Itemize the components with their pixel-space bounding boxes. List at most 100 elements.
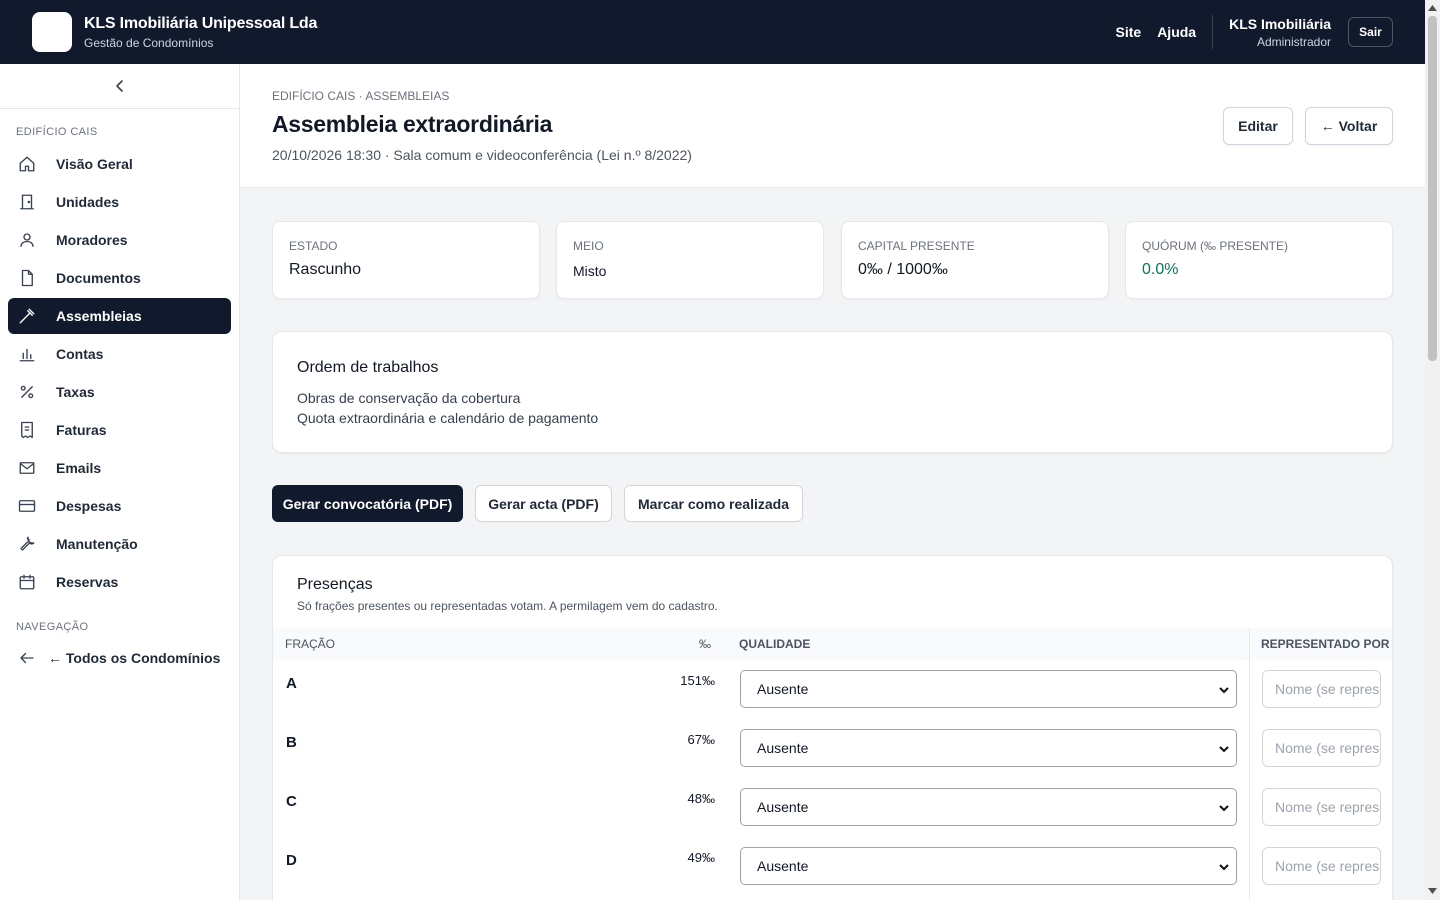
page-meta: 20/10/2026 18:30 · Sala comum e videocon… [272,147,692,163]
sidebar-item-label: Contas [56,346,104,362]
representado-input[interactable]: Nome (se representado) [1262,788,1381,826]
help-link[interactable]: Ajuda [1157,24,1196,40]
home-icon [19,156,35,172]
select-value: Ausente [757,799,809,815]
sidebar-item-manutencao[interactable]: Manutenção [8,526,231,562]
permilagem-cell: 48‰ [687,791,715,806]
agenda-card: Ordem de trabalhos Obras de conservação … [272,331,1393,453]
fracao-cell: C [286,793,297,810]
receipt-icon [21,421,33,439]
user-info: KLS Imobiliária Administrador [1229,16,1331,49]
mark-realized-button[interactable]: Marcar como realizada [624,485,803,522]
stat-label: QUÓRUM (‰ PRESENTE) [1142,239,1289,253]
select-value: Ausente [757,740,809,756]
percent-icon [20,385,34,399]
qualidade-select[interactable]: Ausente [740,788,1237,826]
sidebar-item-moradores[interactable]: Moradores [8,222,231,258]
sidebar-item-label: Emails [56,460,102,476]
sidebar-item-faturas[interactable]: Faturas [8,412,231,448]
table-row: B 67‰ Ausente Nome (se representado) [273,719,1392,778]
sidebar-section-label: NAVEGAÇÃO [16,621,89,633]
stat-card-quorum: QUÓRUM (‰ PRESENTE) 0.0% [1125,221,1393,299]
sidebar: EDIFÍCIO CAIS Visão Geral Unidades Morad… [0,64,240,900]
sidebar-item-assembleias[interactable]: Assembleias [8,298,231,334]
stat-value: 0‰ / 1000‰ [858,261,948,278]
stat-value: Misto [573,263,607,279]
main-content: EDIFÍCIO CAIS · ASSEMBLEIAS Assembleia e… [240,64,1425,900]
divider [1212,15,1214,49]
collapse-sidebar-button[interactable] [0,64,239,109]
door-icon [20,194,34,210]
agenda-title: Ordem de trabalhos [297,359,439,376]
calendar-icon [19,574,35,590]
sidebar-item-label: Faturas [56,422,107,438]
sidebar-section-label: EDIFÍCIO CAIS [16,126,98,138]
mail-icon [19,462,35,474]
sidebar-item-label: Taxas [56,384,95,400]
representado-input[interactable]: Nome (se representado) [1262,670,1381,708]
qualidade-select[interactable]: Ausente [740,670,1237,708]
scroll-down-icon[interactable] [1428,888,1437,895]
document-icon [21,269,33,287]
sidebar-item-label: Moradores [56,232,128,248]
sidebar-item-label: Manutenção [56,536,138,552]
agenda-item: Quota extraordinária e calendário de pag… [297,410,599,426]
sidebar-item-label: Unidades [56,194,120,210]
gavel-icon [19,308,35,324]
fracao-cell: B [286,734,297,751]
table-row: D 49‰ Ausente Nome (se representado) [273,837,1392,896]
column-header-qualidade: QUALIDADE [739,637,811,651]
chevron-down-icon [1219,864,1229,871]
sidebar-item-emails[interactable]: Emails [8,450,231,486]
column-header-fracao: FRAÇÃO [285,637,336,651]
sidebar-item-despesas[interactable]: Despesas [8,488,231,524]
top-bar: KLS Imobiliária Unipessoal Lda Gestão de… [0,0,1425,64]
stat-card-estado: ESTADO Rascunho [272,221,540,299]
wrench-icon [20,536,35,551]
stat-label: MEIO [573,239,604,253]
sidebar-item-documentos[interactable]: Documentos [8,260,231,296]
chevron-down-icon [1219,746,1229,753]
logout-button[interactable]: Sair [1348,17,1393,47]
scroll-thumb[interactable] [1428,16,1437,361]
page-scrollbar[interactable] [1425,0,1440,900]
user-icon [20,233,34,247]
sidebar-item-reservas[interactable]: Reservas [8,564,231,600]
generate-convocatoria-button[interactable]: Gerar convocatória (PDF) [272,485,463,522]
table-header: FRAÇÃO ‰ QUALIDADE REPRESENTADO POR [273,628,1392,660]
edit-button[interactable]: Editar [1223,107,1293,145]
presencas-card: Presenças Só frações presentes ou repres… [272,555,1393,900]
column-header-representado: REPRESENTADO POR [1261,637,1390,651]
logo[interactable] [32,12,72,52]
user-name: KLS Imobiliária [1229,15,1331,32]
scroll-up-icon[interactable] [1428,4,1437,11]
brand-name: KLS Imobiliária Unipessoal Lda [84,14,318,32]
stat-label: ESTADO [289,239,338,253]
representado-input[interactable]: Nome (se representado) [1262,847,1381,885]
sidebar-item-todos-condominios[interactable]: ← Todos os Condomínios [8,640,231,676]
site-link[interactable]: Site [1116,24,1142,40]
back-button[interactable]: ← Voltar [1305,107,1393,145]
qualidade-select[interactable]: Ausente [740,847,1237,885]
user-role: Administrador [1256,34,1331,49]
table-row: C 48‰ Ausente Nome (se representado) [273,778,1392,837]
presencas-subtitle: Só frações presentes ou representadas vo… [297,599,718,613]
select-value: Ausente [757,858,809,874]
sidebar-item-unidades[interactable]: Unidades [8,184,231,220]
stat-value: 0.0% [1142,261,1179,278]
brand: KLS Imobiliária Unipessoal Lda Gestão de… [84,15,317,50]
sidebar-item-taxas[interactable]: Taxas [8,374,231,410]
fracao-cell: D [286,852,297,869]
qualidade-select[interactable]: Ausente [740,729,1237,767]
table-row: A 151‰ Ausente Nome (se representado) [273,660,1392,719]
permilagem-cell: 151‰ [680,673,715,688]
sidebar-item-contas[interactable]: Contas [8,336,231,372]
agenda-item: Obras de conservação da cobertura [297,390,521,406]
sidebar-item-visao-geral[interactable]: Visão Geral [8,146,231,182]
representado-input[interactable]: Nome (se representado) [1262,729,1381,767]
stat-label: CAPITAL PRESENTE [858,239,975,253]
sidebar-item-label: Assembleias [56,308,142,324]
generate-acta-button[interactable]: Gerar acta (PDF) [475,485,612,522]
select-value: Ausente [757,681,809,697]
column-header-permilagem: ‰ [699,637,711,651]
